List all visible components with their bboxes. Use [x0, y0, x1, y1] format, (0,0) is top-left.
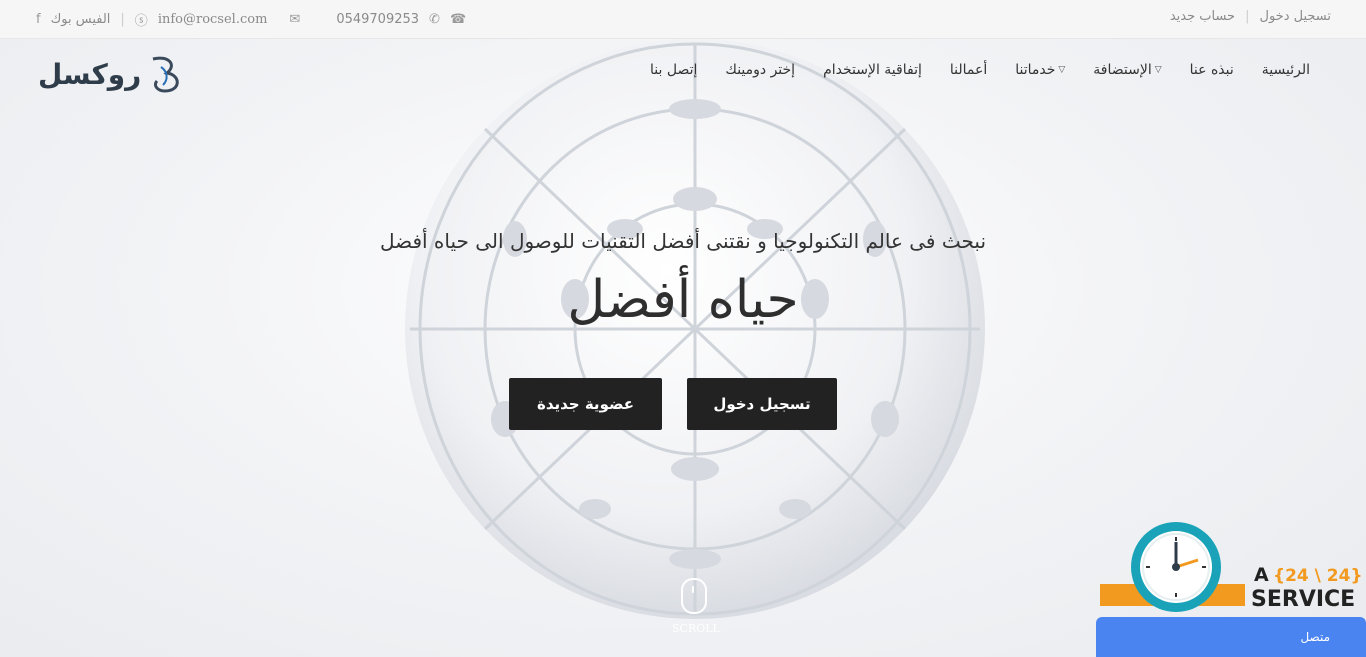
nav-services[interactable]: خدماتنا ▽	[1001, 62, 1079, 78]
account-links: حساب جديد | تسجيل دخول	[1170, 9, 1331, 24]
nav-label: خدماتنا	[1015, 62, 1056, 78]
facebook-icon: f	[36, 12, 41, 27]
signup-button[interactable]: عضوية جديدة	[509, 378, 662, 430]
service-badge[interactable]: A {24 \ 24} SERVICE	[1100, 520, 1366, 620]
register-link[interactable]: حساب جديد	[1170, 9, 1235, 24]
nav-label: أعمالنا	[949, 62, 988, 78]
nav-terms[interactable]: إتفاقية الإستخدام	[809, 62, 936, 78]
divider: |	[120, 12, 125, 27]
login-button[interactable]: تسجيل دخول	[687, 378, 837, 430]
envelope-icon: ✉	[289, 12, 301, 27]
nav-contact[interactable]: إتصل بنا	[636, 62, 711, 78]
scroll-label: SCROLL	[672, 622, 720, 635]
email-link[interactable]: info@rocsel.com	[158, 12, 268, 27]
badge-prefix: A	[1254, 564, 1269, 586]
chevron-down-icon: ▽	[1058, 65, 1066, 75]
badge-word: SERVICE	[1251, 587, 1355, 612]
nav-home[interactable]: الرئيسية	[1248, 62, 1324, 78]
mouse-icon	[681, 578, 707, 614]
scroll-indicator[interactable]: SCROLL	[672, 578, 720, 635]
nav-about[interactable]: نبذه عنا	[1176, 62, 1248, 78]
lattice-sphere-image	[405, 39, 985, 619]
nav-label: الإستضافة	[1093, 62, 1152, 78]
chat-widget[interactable]: متصل	[1096, 617, 1366, 657]
phone-number[interactable]: 0549709253	[336, 12, 419, 27]
badge-hours: {24 \ 24}	[1273, 566, 1363, 586]
phone-icon: ☎	[449, 12, 467, 27]
nav-label: إتفاقية الإستخدام	[823, 62, 922, 78]
nav-label: نبذه عنا	[1189, 62, 1234, 78]
main-nav: الرئيسية نبذه عنا الإستضافة ▽ خدماتنا ▽ أع…	[636, 62, 1324, 78]
contact-info: f الفيس بوك | ⓢ info@rocsel.com ✉ 054970…	[36, 10, 466, 29]
hero-tagline: نبحث فى عالم التكنولوجيا و نقتنى أفضل ال…	[0, 229, 1366, 253]
logo-mark-icon	[152, 56, 180, 93]
nav-hosting[interactable]: الإستضافة ▽	[1079, 62, 1175, 78]
nav-label: إختر دومينك	[725, 62, 796, 78]
tagline-text: نبحث فى عالم التكنولوجيا و نقتنى أفضل ال…	[379, 229, 987, 253]
login-link[interactable]: تسجيل دخول	[1260, 9, 1332, 24]
skype-icon: ⓢ	[134, 14, 148, 29]
hero-title: حياه أفضل	[567, 270, 799, 330]
chevron-down-icon: ▽	[1154, 65, 1162, 75]
nav-label: إتصل بنا	[650, 62, 698, 78]
nav-label: الرئيسية	[1261, 62, 1310, 78]
facebook-link[interactable]: الفيس بوك	[51, 12, 111, 27]
top-bar: f الفيس بوك | ⓢ info@rocsel.com ✉ 054970…	[0, 0, 1366, 39]
nav-domain[interactable]: إختر دومينك	[711, 62, 809, 78]
whatsapp-icon: ✆	[429, 12, 440, 27]
chat-status: متصل	[1300, 630, 1330, 644]
divider: |	[1245, 9, 1250, 24]
site-logo[interactable]: روكسل	[38, 50, 193, 98]
logo-text: روكسل	[38, 57, 142, 91]
nav-portfolio[interactable]: أعمالنا	[936, 62, 1001, 78]
